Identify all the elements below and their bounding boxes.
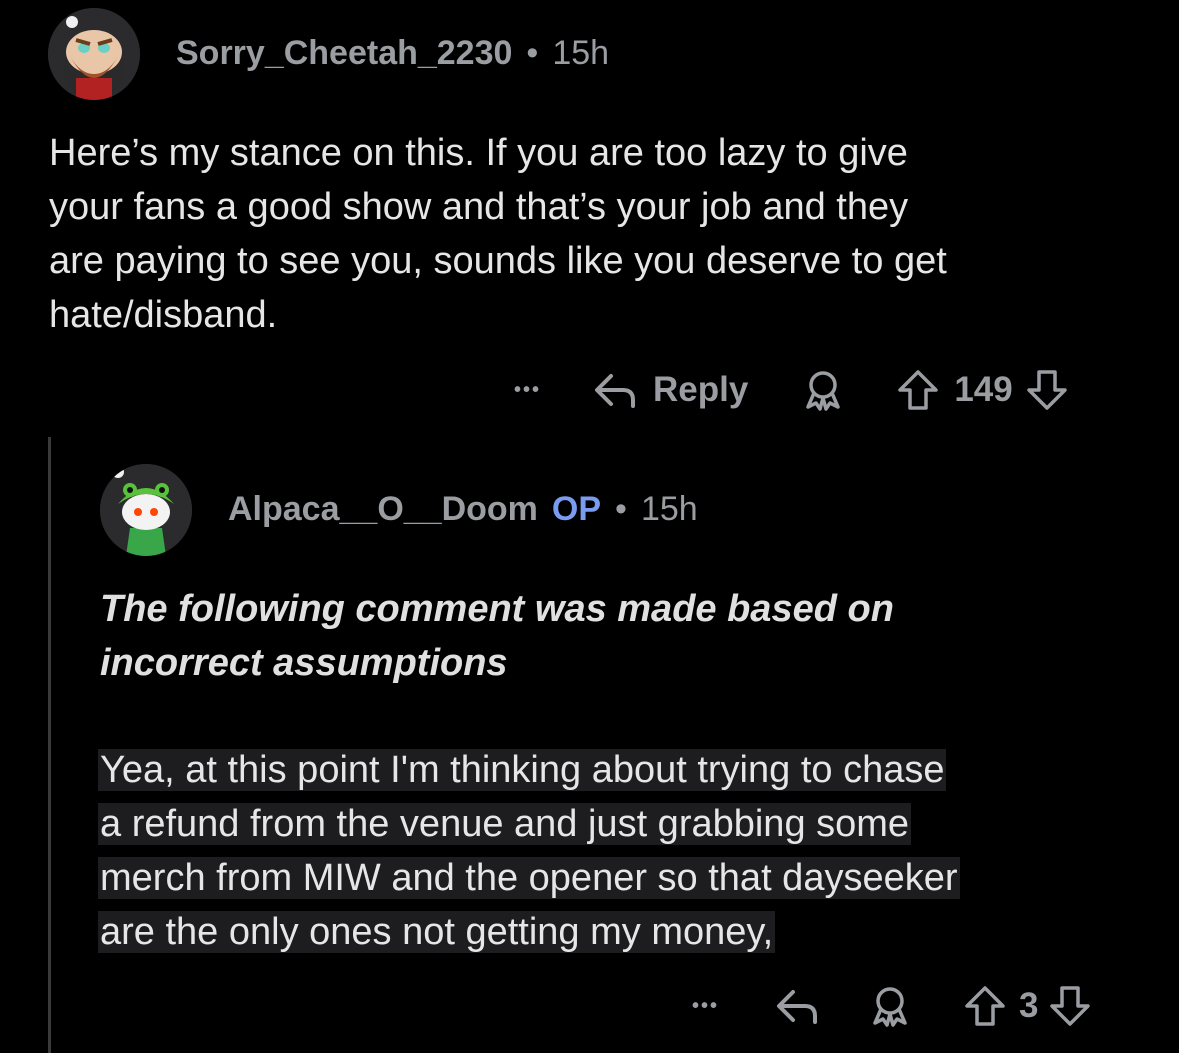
meta-separator: • — [526, 34, 539, 72]
more-options-button[interactable]: ••• — [514, 379, 541, 402]
avatar-bearded-snoo-icon — [48, 8, 140, 100]
award-button[interactable] — [867, 983, 913, 1029]
note-line: incorrect assumptions — [100, 642, 508, 684]
meta-separator: • — [615, 490, 627, 528]
comment1-line: are paying to see you, sounds like you d… — [49, 240, 947, 282]
award-icon — [806, 371, 841, 411]
comment2-timestamp: 15h — [640, 490, 698, 528]
upvote-arrow-icon[interactable] — [963, 984, 1007, 1028]
vote-controls: 149 — [896, 368, 1068, 412]
vote-controls: 3 — [963, 984, 1092, 1028]
avatar-alpaca-o-doom[interactable] — [100, 464, 192, 556]
reply-label: Reply — [653, 370, 749, 409]
comment2-actions: ••• 3 — [692, 978, 1092, 1034]
comment2-line: a refund from the venue and just grabbin… — [98, 803, 912, 845]
downvote-arrow-icon[interactable] — [1048, 984, 1092, 1028]
reply-button[interactable]: Reply — [593, 370, 748, 410]
comment1-meta: Sorry_Cheetah_2230 • 15h — [176, 34, 609, 73]
reply-arrow-icon — [595, 374, 636, 408]
comment1-username[interactable]: Sorry_Cheetah_2230 — [176, 34, 512, 73]
upvote-arrow-icon[interactable] — [896, 368, 940, 412]
comment1-actions: ••• Reply 149 — [514, 362, 1069, 418]
comment2-meta: Alpaca__O__Doom OP • 15h — [228, 490, 698, 529]
downvote-arrow-icon[interactable] — [1025, 368, 1069, 412]
comment1-timestamp: 15h — [552, 34, 610, 72]
comment2-note: The following comment was made based on … — [100, 582, 1160, 690]
op-badge: OP — [551, 490, 602, 528]
score: 3 — [1019, 986, 1039, 1025]
award-icon — [873, 987, 907, 1027]
comment1-line: Here’s my stance on this. If you are too… — [49, 132, 908, 174]
more-options-button[interactable]: ••• — [692, 995, 719, 1018]
avatar-frog-hat-snoo-icon — [100, 464, 192, 556]
comment1-line: your fans a good show and that’s your jo… — [49, 186, 909, 228]
comment2-line: merch from MIW and the opener so that da… — [98, 857, 960, 899]
comment1-line: hate/disband. — [49, 294, 278, 336]
avatar-sorry-cheetah[interactable] — [48, 8, 140, 100]
award-button[interactable] — [800, 367, 846, 413]
reply-arrow-icon — [777, 990, 818, 1024]
thread-line[interactable] — [48, 437, 51, 1053]
comment2-body: Yea, at this point I'm thinking about tr… — [98, 743, 1168, 959]
comment1-body: Here’s my stance on this. If you are too… — [49, 126, 1159, 342]
reply-button[interactable] — [775, 986, 821, 1026]
comment2-line: are the only ones not getting my money, — [98, 911, 776, 953]
comment2-line: Yea, at this point I'm thinking about tr… — [98, 749, 947, 791]
note-line: The following comment was made based on — [100, 588, 894, 630]
score: 149 — [954, 370, 1013, 409]
comment2-username[interactable]: Alpaca__O__Doom — [228, 490, 538, 529]
